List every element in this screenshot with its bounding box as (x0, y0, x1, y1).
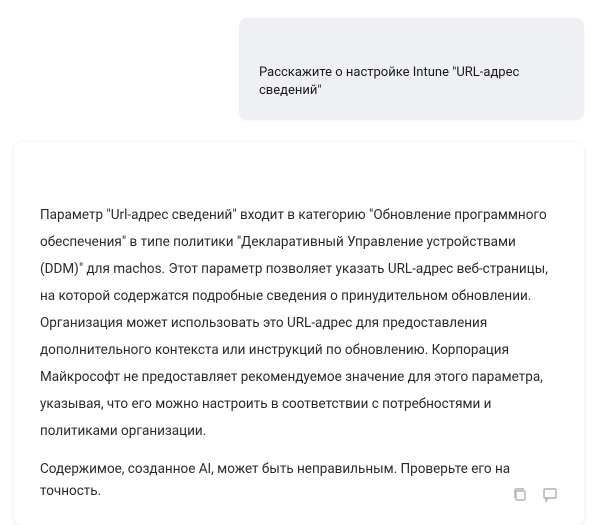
ai-disclaimer: Содержимое, созданное AI, может быть неп… (40, 459, 558, 502)
assistant-message-header (40, 166, 558, 182)
assistant-message-bubble: Параметр "Url-адрес сведений" входит в к… (14, 142, 584, 524)
user-message-text: Расскажите о настройке Intune "URL-адрес… (259, 64, 564, 100)
action-icons-container (512, 487, 558, 503)
user-message-bubble: Расскажите о настройке Intune "URL-адрес… (239, 18, 584, 120)
assistant-message-body: Параметр "Url-адрес сведений" входит в к… (40, 202, 558, 445)
feedback-icon[interactable] (542, 487, 558, 503)
assistant-body-paragraph: Параметр "Url-адрес сведений" входит в к… (40, 202, 558, 445)
user-message-header (259, 36, 564, 50)
copy-icon[interactable] (512, 487, 528, 503)
